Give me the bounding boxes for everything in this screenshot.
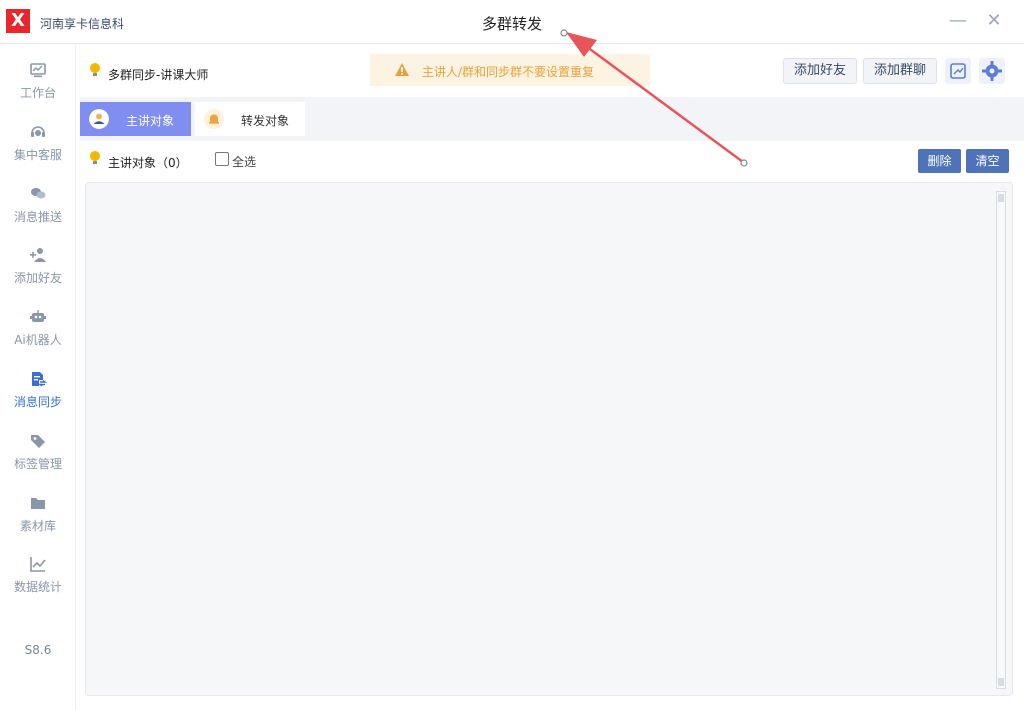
- doc-sync-icon: [32, 372, 47, 387]
- sidebar-item-add-friend[interactable]: 添加好友: [0, 246, 76, 296]
- sidebar-item-statistics[interactable]: 数据统计: [0, 555, 76, 605]
- sidebar-item-label: 消息推送: [13, 210, 62, 224]
- sidebar-item-label: 消息同步: [13, 395, 62, 409]
- tab-bar: 主讲对象 转发对象: [80, 97, 1024, 141]
- monitor-icon: [30, 63, 46, 78]
- gear-icon: [982, 61, 1002, 81]
- minimize-button[interactable]: —: [948, 10, 968, 32]
- sidebar-item-label: 工作台: [19, 86, 56, 100]
- tab-forward-target[interactable]: 转发对象: [195, 102, 305, 136]
- tag-icon: [31, 435, 45, 448]
- checkbox-box[interactable]: [215, 152, 229, 166]
- folder-icon: [31, 498, 45, 509]
- tab-label: 转发对象: [241, 114, 290, 128]
- close-button[interactable]: ✕: [984, 10, 1004, 32]
- sidebar-item-label: 标签管理: [13, 457, 62, 471]
- vertical-scrollbar[interactable]: [996, 191, 1006, 689]
- speaker-avatar-icon: [89, 109, 109, 129]
- sidebar-item-workbench[interactable]: 工作台: [0, 61, 76, 111]
- add-group-button[interactable]: 添加群聊: [863, 58, 937, 84]
- delete-button[interactable]: 删除: [918, 149, 961, 173]
- tab-label: 主讲对象: [126, 114, 175, 128]
- clear-button[interactable]: 清空: [966, 149, 1009, 173]
- sidebar-item-label: Ai机器人: [14, 333, 62, 347]
- add-friend-button[interactable]: 添加好友: [783, 58, 857, 84]
- select-all-label: 全选: [232, 155, 257, 169]
- sidebar-item-label: 添加好友: [13, 271, 62, 285]
- lightbulb-icon: [90, 63, 100, 76]
- add-user-icon: [30, 248, 46, 262]
- lightbulb-icon: [90, 151, 100, 164]
- warning-icon: [395, 63, 409, 76]
- list-title: 主讲对象（0）: [108, 156, 188, 170]
- scroll-down-arrow[interactable]: [998, 678, 1004, 686]
- sidebar-item-label: 集中客服: [13, 148, 62, 162]
- note-button[interactable]: [945, 58, 971, 84]
- headset-icon: [31, 126, 45, 137]
- settings-button[interactable]: [979, 58, 1005, 84]
- window-title: 多群转发: [481, 15, 542, 33]
- title-bar: X 河南享卡信息科 多群转发 — ✕: [0, 0, 1024, 44]
- sidebar-item-customer-service[interactable]: 集中客服: [0, 123, 76, 173]
- sidebar-item-label: 数据统计: [13, 580, 62, 594]
- notice-text: 主讲人/群和同步群不要设置重复: [422, 65, 595, 79]
- tab-main-speaker[interactable]: 主讲对象: [80, 102, 191, 136]
- sidebar-item-message-sync[interactable]: 消息同步: [0, 370, 76, 420]
- main-panel: 多群同步-讲课大师 主讲人/群和同步群不要设置重复 添加好友 添加群聊 主讲对象…: [80, 45, 1024, 710]
- sidebar: 工作台 集中客服 消息推送 添加好友 Ai机器人 消息同步 标签管理 素材库 数…: [0, 45, 76, 710]
- sidebar-item-message-push[interactable]: 消息推送: [0, 185, 76, 235]
- top-toolbar: 多群同步-讲课大师 主讲人/群和同步群不要设置重复 添加好友 添加群聊: [80, 45, 1024, 97]
- sidebar-item-tag-management[interactable]: 标签管理: [0, 432, 76, 482]
- bell-icon: [204, 109, 224, 129]
- scroll-up-arrow[interactable]: [998, 194, 1004, 202]
- chat-bubbles-icon: [31, 188, 46, 199]
- line-chart-icon: [30, 557, 46, 572]
- sidebar-item-ai-robot[interactable]: Ai机器人: [0, 308, 76, 358]
- sidebar-item-label: 素材库: [19, 519, 56, 533]
- version-label: S8.6: [24, 643, 52, 657]
- warning-notice: 主讲人/群和同步群不要设置重复: [370, 54, 650, 86]
- sync-title: 多群同步-讲课大师: [108, 68, 209, 82]
- sidebar-item-materials[interactable]: 素材库: [0, 494, 76, 544]
- list-header: 主讲对象（0） 全选: [80, 141, 1024, 179]
- robot-icon: [30, 310, 46, 322]
- edit-note-icon: [950, 63, 966, 79]
- speaker-list-area[interactable]: [85, 182, 1013, 696]
